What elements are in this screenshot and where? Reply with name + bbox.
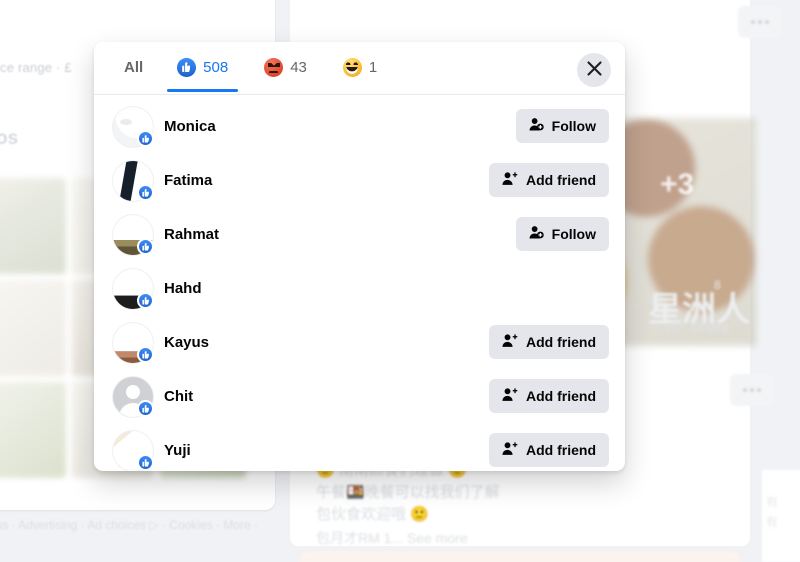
list-item[interactable]: Fatima Add friend [94, 153, 625, 207]
person-name[interactable]: Fatima [164, 172, 489, 189]
add-friend-button-label: Add friend [526, 388, 596, 404]
like-reaction-badge-icon [137, 238, 154, 255]
background-price-range-text: ce range · £ [0, 60, 72, 75]
person-name[interactable]: Kayus [164, 334, 489, 351]
dot-icon [751, 20, 755, 24]
share-icon [666, 318, 684, 337]
close-button[interactable] [577, 53, 611, 87]
background-see-more-link: 包月才RM 1... See more [316, 530, 468, 546]
add-friend-button[interactable]: Add friend [489, 379, 609, 413]
add-friend-icon [502, 441, 518, 459]
background-vertical-text: 有有 [766, 495, 779, 529]
background-comment-line-3: 包伙食欢迎哦 🙂 [316, 506, 429, 523]
tab-underline [120, 89, 151, 92]
add-friend-icon [502, 333, 518, 351]
person-name[interactable]: Monica [164, 118, 516, 135]
list-item[interactable]: Rahmat Follow [94, 207, 625, 261]
add-friend-button[interactable]: Add friend [489, 433, 609, 467]
tab-angry[interactable]: 43 [246, 42, 325, 92]
add-friend-button-label: Add friend [526, 172, 596, 188]
background-share-label: Share [690, 319, 731, 336]
background-photo-thumbnail [0, 382, 66, 478]
avatar[interactable] [112, 214, 154, 256]
dot-icon [758, 20, 762, 24]
avatar[interactable] [112, 430, 154, 471]
background-photos-heading: os [0, 128, 19, 149]
like-reaction-badge-icon [137, 184, 154, 201]
dot-icon [750, 388, 754, 392]
reactors-list[interactable]: Monica Follow Fatima Add friend Rahmat F… [94, 95, 625, 471]
avatar[interactable] [112, 268, 154, 310]
like-reaction-badge-icon [137, 400, 154, 417]
add-friend-button-label: Add friend [526, 334, 596, 350]
avatar[interactable] [112, 322, 154, 364]
like-reaction-badge-icon [137, 346, 154, 363]
follow-button-label: Follow [551, 226, 596, 242]
tab-haha-count: 1 [368, 58, 378, 76]
like-emoji-icon [177, 57, 197, 77]
dialog-header: All 508 43 1 [94, 42, 625, 95]
tab-all[interactable]: All [112, 42, 159, 92]
avatar[interactable] [112, 106, 154, 148]
tab-underline [254, 89, 317, 92]
person-name[interactable]: Hahd [164, 280, 489, 297]
background-photo-overlay-count: +3 [660, 168, 695, 201]
avatar[interactable] [112, 160, 154, 202]
list-item[interactable]: Kayus Add friend [94, 315, 625, 369]
reaction-tabs: All 508 43 1 [94, 42, 625, 94]
add-friend-icon [502, 171, 518, 189]
tab-like[interactable]: 508 [159, 42, 246, 92]
angry-emoji-icon [264, 57, 284, 77]
background-more-options-button-middle [730, 374, 774, 406]
list-item[interactable]: Monica Follow [94, 99, 625, 153]
background-photo-thumbnail [0, 280, 66, 376]
tab-all-label: All [124, 58, 144, 76]
background-bottom-card [300, 552, 740, 562]
like-reaction-badge-icon [137, 454, 154, 471]
dot-icon [743, 388, 747, 392]
person-name[interactable]: Rahmat [164, 226, 516, 243]
reactions-dialog: All 508 43 1 Monica Follow Fatima Add fr… [94, 42, 625, 471]
add-friend-button-label: Add friend [526, 442, 596, 458]
follow-button-label: Follow [551, 118, 596, 134]
list-item[interactable]: Hahd Add friend [94, 261, 625, 315]
list-item[interactable]: Chit Add friend [94, 369, 625, 423]
background-footer-links: ms · Advertising · Ad choices ▷ · Cookie… [0, 518, 258, 532]
haha-emoji-icon [342, 57, 362, 77]
add-friend-icon [502, 387, 518, 405]
close-icon [586, 60, 603, 80]
person-name[interactable]: Chit [164, 388, 489, 405]
add-friend-button[interactable]: Add friend [489, 163, 609, 197]
background-footer-subtext: 4 [0, 536, 1, 550]
tab-underline [167, 89, 239, 92]
list-item[interactable]: Yuji Add friend [94, 423, 625, 471]
dot-icon [765, 20, 769, 24]
tab-haha[interactable]: 1 [325, 42, 395, 92]
tab-underline [333, 89, 387, 92]
person-name[interactable]: Yuji [164, 442, 489, 459]
follow-icon [529, 117, 544, 135]
background-more-options-button-top [738, 6, 782, 38]
tab-angry-count: 43 [290, 58, 307, 76]
background-share-button: Share [666, 318, 730, 337]
follow-icon [529, 225, 544, 243]
background-comment-line-2: 午餐🍱晚餐可以找我们了解 [316, 484, 500, 501]
avatar[interactable] [112, 376, 154, 418]
add-friend-button[interactable]: Add friend [489, 325, 609, 359]
background-watermark-superscript: 8 [714, 278, 721, 292]
like-reaction-badge-icon [137, 130, 154, 147]
follow-button[interactable]: Follow [515, 109, 609, 143]
follow-button[interactable]: Follow [515, 217, 609, 251]
like-reaction-badge-icon [137, 292, 154, 309]
background-photo-thumbnail [0, 178, 66, 274]
dot-icon [757, 388, 761, 392]
tab-like-count: 508 [203, 58, 229, 76]
